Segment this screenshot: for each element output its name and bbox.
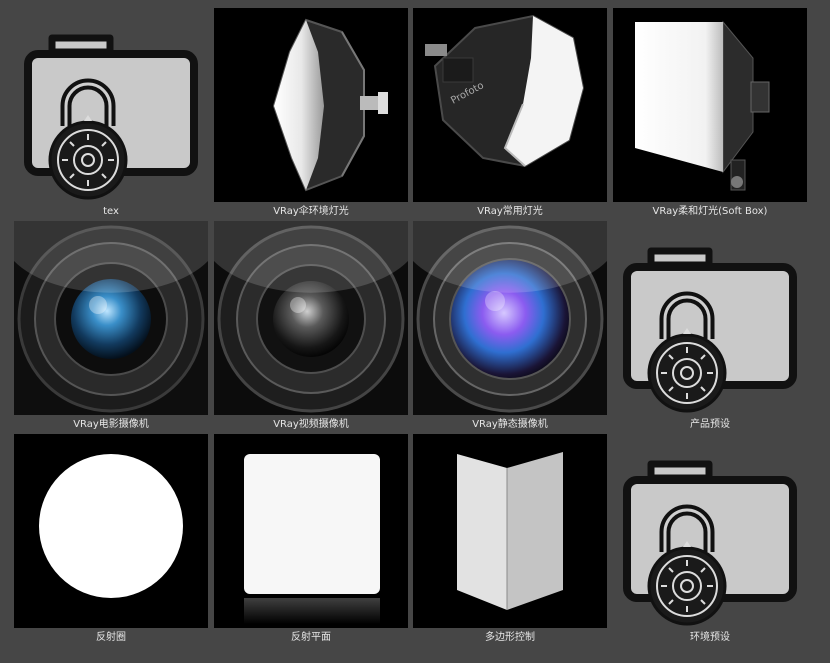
reflector-disc-icon xyxy=(14,434,208,628)
preset-tile-umbrella-light[interactable]: VRay伞环境灯光 xyxy=(214,8,408,222)
preset-tile-video-camera[interactable]: VRay视频摄像机 xyxy=(214,221,408,435)
preset-label: VRay视频摄像机 xyxy=(273,419,349,430)
preset-tile-soft-box[interactable]: VRay柔和灯光(Soft Box) xyxy=(613,8,807,222)
camera-lens-blue-icon xyxy=(14,221,208,415)
preset-tile-reflector-disc[interactable]: 反射圈 xyxy=(14,434,208,648)
preset-tile-common-light[interactable]: Profoto VRay常用灯光 xyxy=(413,8,607,222)
preset-label: 反射平面 xyxy=(291,632,331,643)
preset-tile-reflector-plane[interactable]: 反射平面 xyxy=(214,434,408,648)
preset-label: 多边形控制 xyxy=(485,632,535,643)
locked-folder-icon xyxy=(14,8,208,202)
preset-label: VRay静态摄像机 xyxy=(472,419,548,430)
camera-lens-violet-icon xyxy=(413,221,607,415)
preset-tile-movie-camera[interactable]: VRay电影摄像机 xyxy=(14,221,208,435)
camera-lens-dark-icon xyxy=(214,221,408,415)
preset-label: 反射圈 xyxy=(96,632,126,643)
preset-label: tex xyxy=(103,206,119,217)
preset-tile-tex[interactable]: tex xyxy=(14,8,208,222)
locked-folder-icon xyxy=(613,434,807,628)
preset-label: VRay伞环境灯光 xyxy=(273,206,349,217)
preset-tile-still-camera[interactable]: VRay静态摄像机 xyxy=(413,221,607,435)
preset-label: VRay电影摄像机 xyxy=(73,419,149,430)
octagon-softbox-icon: Profoto xyxy=(413,8,607,202)
preset-browser: tex VRay伞环境灯光 Profoto VRay常用灯光 VRay柔和灯光(… xyxy=(0,0,830,663)
preset-tile-product-preset[interactable]: 产品预设 xyxy=(613,221,807,435)
preset-label: VRay柔和灯光(Soft Box) xyxy=(652,206,768,217)
preset-tile-environment-preset[interactable]: 环境预设 xyxy=(613,434,807,648)
square-softbox-icon xyxy=(613,8,807,202)
reflector-plane-icon xyxy=(214,434,408,628)
preset-label: VRay常用灯光 xyxy=(477,206,543,217)
preset-label: 环境预设 xyxy=(690,632,730,643)
preset-tile-polygon-control[interactable]: 多边形控制 xyxy=(413,434,607,648)
folding-panel-icon xyxy=(413,434,607,628)
locked-folder-icon xyxy=(613,221,807,415)
preset-label: 产品预设 xyxy=(690,419,730,430)
octagon-softbox-side-icon xyxy=(214,8,408,202)
